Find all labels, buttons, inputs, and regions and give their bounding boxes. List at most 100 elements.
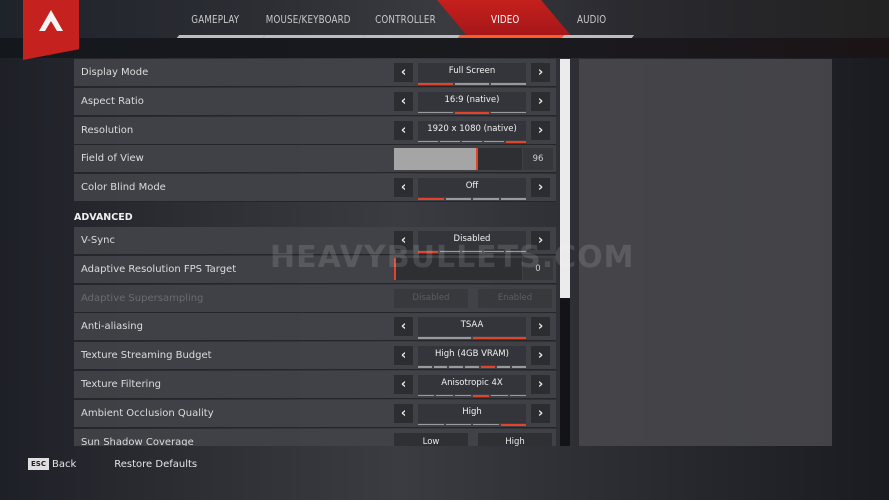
chevron-right-icon: › (537, 405, 544, 421)
indicator-segment-selected (454, 111, 490, 114)
option-value-box: 16:9 (native) (418, 91, 527, 114)
indicator-segment (473, 198, 499, 200)
option-indicator (418, 198, 526, 201)
setting-label: Ambient Occlusion Quality (81, 407, 214, 419)
indicator-segment (512, 366, 527, 368)
indicator-segment-selected (418, 198, 444, 201)
chevron-left-icon: ‹ (400, 65, 407, 80)
setting-adaptive-supersampling: Adaptive Supersampling Disabled Enabled (74, 284, 556, 313)
prev-option-button[interactable]: ‹ (394, 91, 413, 111)
indicator-segment (491, 394, 508, 397)
prev-option-button[interactable]: ‹ (394, 403, 413, 423)
chevron-right-icon: › (537, 376, 544, 392)
indicator-segment (484, 140, 504, 143)
tab-video[interactable]: VIDEO (453, 0, 557, 38)
esc-key-icon: ESC (28, 458, 49, 470)
setting-texture-filtering: Texture Filtering ‹ Anisotropic 4X › (74, 370, 556, 399)
chevron-right-icon: › (537, 65, 544, 80)
indicator-segment (445, 198, 471, 200)
tab-audio[interactable]: AUDIO (557, 0, 627, 38)
option-low-button[interactable]: Low (394, 432, 468, 446)
restore-defaults-button[interactable]: Restore Defaults (114, 459, 197, 470)
indicator-segment (462, 140, 482, 143)
chevron-right-icon: › (537, 122, 544, 138)
tab-label: AUDIO (577, 12, 607, 26)
slider-handle[interactable] (476, 147, 479, 170)
setting-field-of-view: Field of View 96 (74, 145, 556, 174)
indicator-segment (440, 140, 460, 143)
setting-label: V-Sync (81, 234, 115, 246)
option-value-box: High (4GB VRAM) (418, 346, 527, 369)
tab-label: VIDEO (490, 12, 520, 26)
watermark: HEAVYBULLETS.COM (270, 240, 635, 275)
footer: ESC Back Restore Defaults (28, 458, 197, 470)
tab-controller[interactable]: CONTROLLER (358, 0, 453, 38)
indicator-segment (465, 366, 479, 368)
indicator-segment (500, 198, 526, 200)
option-indicator (418, 337, 526, 340)
chevron-left-icon: ‹ (400, 348, 407, 364)
next-option-button[interactable]: › (531, 63, 550, 82)
prev-option-button[interactable]: ‹ (394, 178, 413, 198)
setting-label: Resolution (81, 124, 134, 136)
next-option-button[interactable]: › (531, 317, 550, 337)
next-option-button[interactable]: › (531, 91, 550, 111)
option-indicator (418, 140, 526, 143)
indicator-segment (418, 366, 432, 368)
header-band (0, 38, 889, 58)
setting-resolution: Resolution ‹ 1920 x 1080 (native) › (74, 116, 556, 145)
indicator-segment-selected (480, 366, 495, 369)
option-value-box: TSAA (418, 317, 526, 340)
settings-tabs: GAMEPLAY MOUSE/KEYBOARD CONTROLLER VIDEO… (172, 0, 627, 38)
next-option-button[interactable]: › (531, 178, 550, 198)
apex-logo-icon (39, 10, 63, 31)
next-option-button[interactable]: › (531, 346, 550, 366)
next-option-button[interactable]: › (531, 403, 550, 423)
prev-option-button[interactable]: ‹ (394, 374, 413, 394)
prev-option-button[interactable]: ‹ (394, 317, 413, 337)
fov-value[interactable]: 96 (523, 147, 553, 170)
next-option-button[interactable]: › (531, 374, 550, 394)
indicator-segment-selected (473, 337, 526, 340)
setting-label: Adaptive Resolution FPS Target (81, 263, 237, 275)
option-indicator (418, 83, 527, 85)
tab-mouse-keyboard[interactable]: MOUSE/KEYBOARD (258, 0, 358, 38)
indicator-segment (454, 83, 490, 85)
fov-slider[interactable] (394, 147, 522, 170)
indicator-segment (418, 111, 453, 114)
chevron-right-icon: › (537, 180, 544, 196)
tab-label: GAMEPLAY (191, 12, 239, 26)
setting-ambient-occlusion-quality: Ambient Occlusion Quality ‹ High › (74, 399, 556, 428)
indicator-segment-selected (472, 394, 490, 397)
setting-label: Color Blind Mode (81, 182, 166, 194)
setting-label: Texture Streaming Budget (81, 350, 212, 362)
prev-option-button[interactable]: ‹ (394, 346, 413, 366)
setting-label: Adaptive Supersampling (81, 292, 204, 304)
option-disabled-button[interactable]: Disabled (394, 288, 468, 308)
chevron-left-icon: ‹ (400, 319, 407, 335)
prev-option-button[interactable]: ‹ (394, 63, 413, 82)
option-indicator (418, 423, 526, 426)
chevron-left-icon: ‹ (400, 376, 407, 392)
indicator-segment-selected (506, 140, 526, 143)
setting-label: Aspect Ratio (81, 95, 144, 107)
indicator-segment (473, 423, 499, 426)
setting-label: Display Mode (81, 67, 149, 78)
indicator-segment (491, 83, 527, 85)
tab-gameplay[interactable]: GAMEPLAY (172, 0, 258, 38)
option-value: 16:9 (native) (444, 94, 500, 105)
option-enabled-button[interactable]: Enabled (478, 288, 552, 308)
indicator-segment (436, 394, 453, 397)
back-button[interactable]: Back (52, 459, 76, 470)
option-indicator (418, 111, 527, 114)
option-high-button[interactable]: High (478, 432, 552, 446)
indicator-segment (418, 423, 444, 426)
setting-label: Sun Shadow Coverage (81, 436, 194, 446)
indicator-segment-selected (418, 83, 453, 85)
chevron-left-icon: ‹ (400, 405, 407, 421)
prev-option-button[interactable]: ‹ (394, 120, 413, 140)
indicator-segment (418, 140, 438, 143)
indicator-segment (496, 366, 511, 368)
next-option-button[interactable]: › (531, 120, 550, 140)
setting-display-mode: Display Mode ‹ Full Screen › (74, 59, 556, 87)
